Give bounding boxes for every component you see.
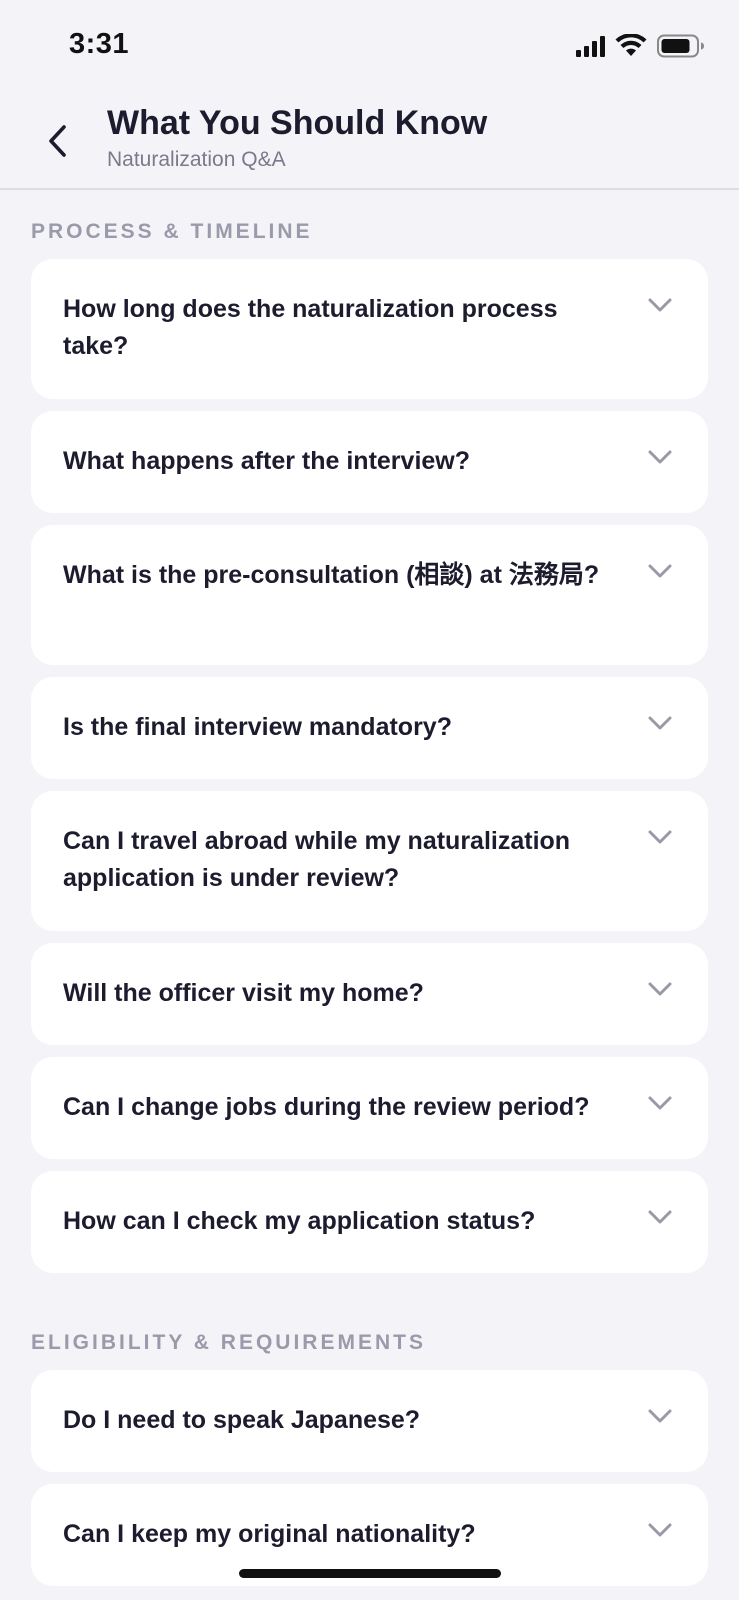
nav-header: What You Should Know Naturalization Q&A (0, 90, 739, 190)
faq-question: How long does the naturalization process… (63, 295, 558, 360)
faq-question: Will the officer visit my home? (63, 979, 424, 1007)
home-indicator[interactable] (239, 1569, 501, 1578)
chevron-down-icon (648, 1409, 672, 1423)
page-subtitle: Naturalization Q&A (107, 148, 286, 171)
status-time: 3:31 (69, 28, 130, 60)
faq-question: Do I need to speak Japanese? (63, 1406, 421, 1434)
chevron-down-icon (648, 1096, 672, 1110)
faq-question: What happens after the interview? (63, 447, 471, 475)
wifi-icon (615, 34, 647, 58)
faq-item[interactable]: What is the pre-consultation (相談) at 法務局… (31, 525, 708, 665)
faq-content[interactable]: PROCESS & TIMELINE How long does the nat… (0, 190, 739, 1598)
faq-item[interactable]: Can I change jobs during the review peri… (31, 1057, 708, 1159)
faq-question: Can I change jobs during the review peri… (63, 1093, 590, 1121)
faq-list: How long does the naturalization process… (0, 259, 739, 1273)
chevron-down-icon (648, 564, 672, 578)
chevron-down-icon (648, 1523, 672, 1537)
faq-item[interactable]: Do I need to speak Japanese? (31, 1370, 708, 1472)
status-icons (576, 34, 705, 58)
faq-list: Do I need to speak Japanese? Can I keep … (0, 1370, 739, 1586)
faq-item[interactable]: How can I check my application status? (31, 1171, 708, 1273)
faq-question: Can I keep my original nationality? (63, 1520, 476, 1548)
faq-item[interactable]: How long does the naturalization process… (31, 259, 708, 399)
faq-item[interactable]: Is the final interview mandatory? (31, 677, 708, 779)
chevron-down-icon (648, 982, 672, 996)
chevron-left-icon (49, 125, 66, 157)
section-eligibility-requirements: ELIGIBILITY & REQUIREMENTS Do I need to … (0, 1331, 739, 1586)
faq-question: What is the pre-consultation (相談) at 法務局… (63, 561, 600, 589)
cellular-signal-icon (576, 35, 605, 57)
chevron-down-icon (648, 716, 672, 730)
chevron-down-icon (648, 450, 672, 464)
faq-question: Is the final interview mandatory? (63, 713, 452, 741)
faq-item[interactable]: What happens after the interview? (31, 411, 708, 513)
section-header: ELIGIBILITY & REQUIREMENTS (31, 1331, 426, 1354)
chevron-down-icon (648, 1210, 672, 1224)
status-bar: 3:31 (0, 0, 739, 90)
faq-item[interactable]: Can I travel abroad while my naturalizat… (31, 791, 708, 931)
section-process-timeline: PROCESS & TIMELINE How long does the nat… (0, 220, 739, 1273)
screen: 3:31 What You Should Know Naturalization… (0, 0, 739, 1600)
battery-icon (657, 34, 705, 58)
section-header: PROCESS & TIMELINE (31, 220, 313, 243)
faq-question: How can I check my application status? (63, 1207, 536, 1235)
faq-question: Can I travel abroad while my naturalizat… (63, 827, 571, 892)
back-button[interactable] (38, 116, 78, 166)
faq-item[interactable]: Will the officer visit my home? (31, 943, 708, 1045)
chevron-down-icon (648, 830, 672, 844)
page-title: What You Should Know (107, 104, 488, 142)
chevron-down-icon (648, 298, 672, 312)
